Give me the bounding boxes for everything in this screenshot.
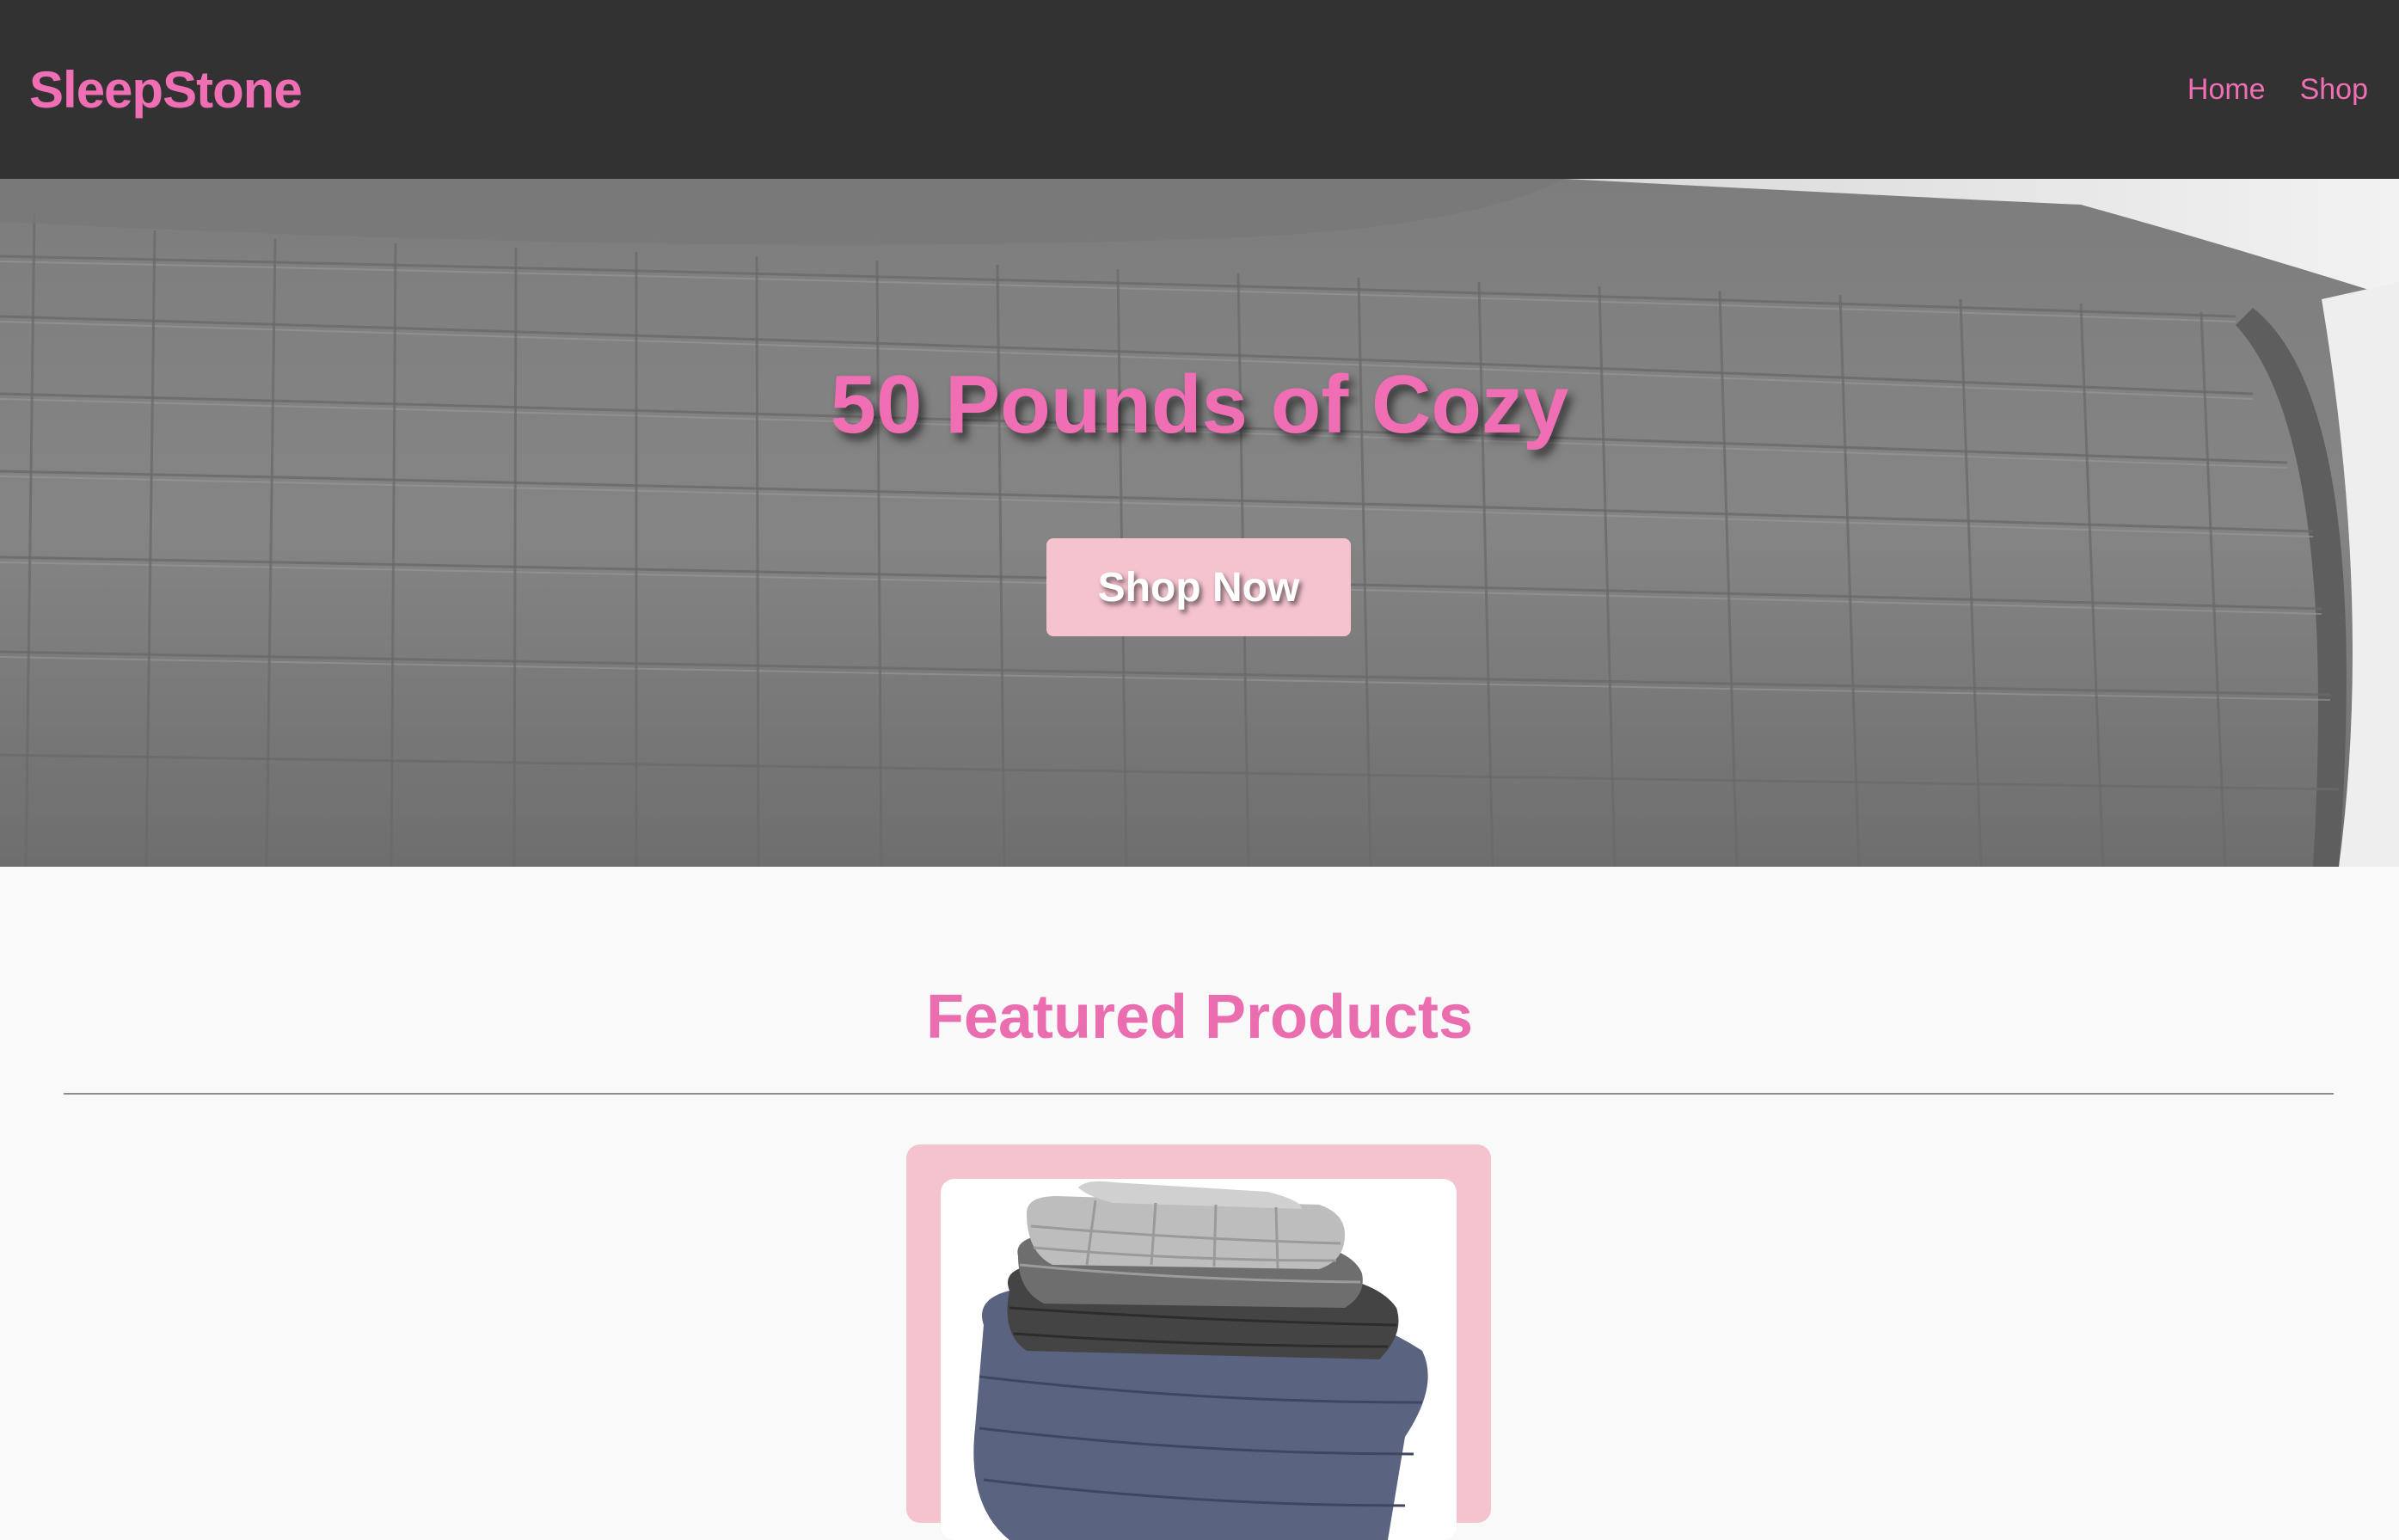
nav-link-shop[interactable]: Shop — [2300, 73, 2368, 107]
product-image[interactable] — [941, 1179, 1457, 1540]
section-divider — [64, 1093, 2334, 1095]
nav-links: Home Shop — [2187, 73, 2368, 107]
hero-blanket-image — [0, 179, 2399, 867]
product-card[interactable] — [906, 1144, 1491, 1540]
top-navbar: SleepStone Home Shop — [0, 0, 2399, 179]
hero-banner: 50 Pounds of Cozy Shop Now — [0, 179, 2399, 867]
shop-now-button[interactable]: Shop Now — [1046, 538, 1351, 636]
brand-logo[interactable]: SleepStone — [29, 60, 303, 120]
nav-link-home[interactable]: Home — [2187, 73, 2266, 107]
hero-headline: 50 Pounds of Cozy — [830, 359, 1569, 451]
featured-products-title: Featured Products — [925, 983, 1474, 1052]
stacked-blankets-image — [973, 1181, 1428, 1540]
